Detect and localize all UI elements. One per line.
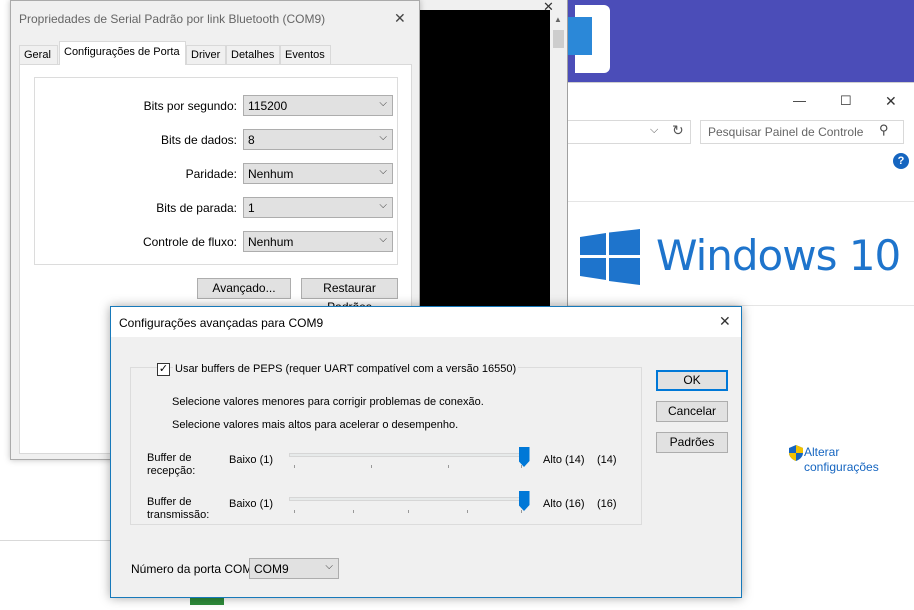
scrollbar[interactable] <box>550 10 567 306</box>
data-bits-select[interactable]: 8 ⌵ <box>243 129 393 150</box>
close-button[interactable]: ✕ <box>394 10 406 27</box>
tab-details[interactable]: Detalhes <box>226 45 280 64</box>
transmit-max-label: Alto (16) <box>543 498 585 510</box>
chevron-down-icon: ⌵ <box>379 166 387 177</box>
windows-logo-icon <box>580 229 640 285</box>
label-line: transmissão: <box>147 509 210 521</box>
receive-buffer-label: Buffer de recepção: <box>147 452 217 478</box>
label-line: recepção: <box>147 465 196 477</box>
receive-value: (14) <box>597 454 617 466</box>
link-line: configurações <box>804 460 879 474</box>
slider-tick <box>521 510 522 513</box>
transmit-buffer-slider[interactable] <box>289 497 524 501</box>
uac-shield-icon <box>789 445 803 461</box>
console-output <box>416 10 550 306</box>
flow-control-select[interactable]: Nenhum ⌵ <box>243 231 393 252</box>
close-button[interactable]: ✕ <box>719 313 731 330</box>
parity-select[interactable]: Nenhum ⌵ <box>243 163 393 184</box>
divider <box>560 201 914 202</box>
slider-tick <box>467 510 468 513</box>
slider-tick <box>408 510 409 513</box>
scrollbar-thumb[interactable] <box>553 30 564 48</box>
hint-high-values: Selecione valores mais altos para aceler… <box>172 419 459 431</box>
divider <box>0 540 110 541</box>
background-banner <box>560 0 914 82</box>
chevron-down-icon: ⌵ <box>379 234 387 245</box>
maximize-button[interactable]: ☐ <box>840 93 852 109</box>
refresh-icon[interactable]: ↻ <box>672 122 684 139</box>
transmit-value: (16) <box>597 498 617 510</box>
defaults-button[interactable]: Padrões <box>656 432 728 453</box>
chevron-down-icon: ⌵ <box>379 200 387 211</box>
search-placeholder: Pesquisar Painel de Controle <box>708 125 864 139</box>
transmit-min-label: Baixo (1) <box>229 498 274 510</box>
slider-tick <box>294 465 295 468</box>
label-line: Buffer de <box>147 496 192 508</box>
receive-max-label: Alto (14) <box>543 454 585 466</box>
slider-tick <box>353 510 354 513</box>
change-settings-link[interactable]: Alterar configurações <box>804 445 879 475</box>
taskbar-fragment <box>190 597 224 605</box>
com-port-label: Número da porta COM: <box>131 562 256 576</box>
field-label: Bits de dados: <box>160 133 237 147</box>
advanced-settings-dialog: Configurações avançadas para COM9 ✕ ✓ Us… <box>110 306 742 598</box>
minimize-button[interactable]: — <box>793 93 806 108</box>
link-line: Alterar <box>804 445 840 459</box>
field-label: Bits por segundo: <box>143 99 237 113</box>
com-port-select[interactable]: COM9 ⌵ <box>249 558 339 579</box>
ok-button[interactable]: OK <box>656 370 728 391</box>
banner-tile-accent <box>564 17 592 55</box>
scroll-up-icon[interactable]: ▲ <box>554 15 562 24</box>
use-fifo-label[interactable]: Usar buffers de PEPS (requer UART compat… <box>173 363 519 375</box>
receive-min-label: Baixo (1) <box>229 454 274 466</box>
select-value: Nenhum <box>248 167 294 181</box>
label-line: Buffer de <box>147 452 192 464</box>
port-settings-group: Bits por segundo: 115200 ⌵ Bits de dados… <box>34 77 398 265</box>
help-icon[interactable]: ? <box>893 153 909 169</box>
console-window: ✕ ▲ <box>410 0 568 306</box>
tab-events[interactable]: Eventos <box>280 45 331 64</box>
select-value: 8 <box>248 133 255 147</box>
select-value: 1 <box>248 201 255 215</box>
chevron-down-icon: ⌵ <box>379 132 387 143</box>
title-bar: Configurações avançadas para COM9 ✕ <box>111 307 741 337</box>
tab-port-settings[interactable]: Configurações de Porta <box>59 41 186 65</box>
windows-brand-text: Windows 10 <box>656 231 901 280</box>
hint-low-values: Selecione valores menores para corrigir … <box>172 396 484 408</box>
cancel-button[interactable]: Cancelar <box>656 401 728 422</box>
slider-tick <box>371 465 372 468</box>
stop-bits-select[interactable]: 1 ⌵ <box>243 197 393 218</box>
tab-geral[interactable]: Geral <box>19 45 58 64</box>
chevron-down-icon[interactable]: ⌵ <box>650 124 658 137</box>
checkmark-icon: ✓ <box>158 363 169 375</box>
chevron-down-icon: ⌵ <box>379 98 387 109</box>
field-label: Paridade: <box>185 167 237 181</box>
field-label: Controle de fluxo: <box>142 235 237 249</box>
receive-buffer-slider[interactable] <box>289 453 524 457</box>
dialog-title: Propriedades de Serial Padrão por link B… <box>19 12 326 26</box>
dialog-title: Configurações avançadas para COM9 <box>119 316 324 330</box>
use-fifo-checkbox[interactable]: ✓ <box>157 363 170 376</box>
slider-tick <box>448 465 449 468</box>
close-button[interactable]: ✕ <box>885 93 897 110</box>
chevron-down-icon: ⌵ <box>325 561 333 572</box>
select-value: COM9 <box>254 562 289 576</box>
tab-driver[interactable]: Driver <box>186 45 226 64</box>
bits-per-second-select[interactable]: 115200 ⌵ <box>243 95 393 116</box>
select-value: 115200 <box>248 99 288 113</box>
slider-tick <box>294 510 295 513</box>
advanced-button[interactable]: Avançado... <box>197 278 291 299</box>
restore-defaults-button[interactable]: Restaurar Padrões <box>301 278 398 314</box>
search-icon[interactable]: ⚲ <box>879 122 889 138</box>
transmit-buffer-label: Buffer de transmissão: <box>147 496 217 522</box>
select-value: Nenhum <box>248 235 294 249</box>
slider-tick <box>521 465 522 468</box>
field-label: Bits de parada: <box>156 201 237 215</box>
